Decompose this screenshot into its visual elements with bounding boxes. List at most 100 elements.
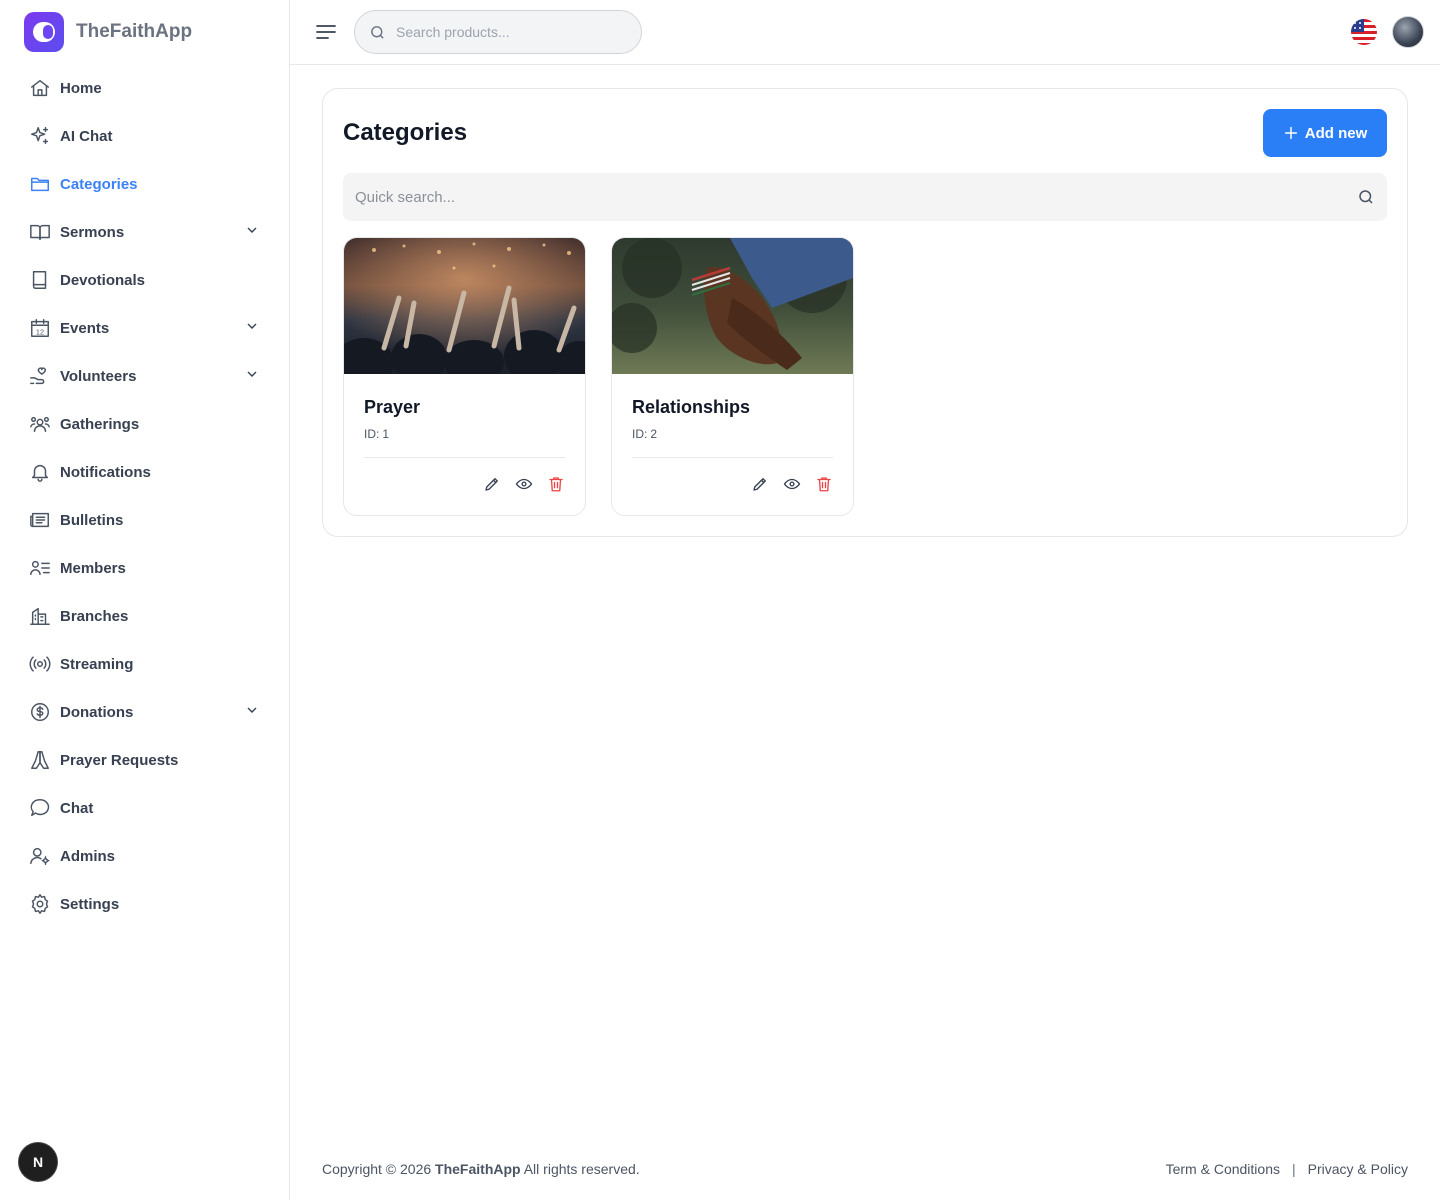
copyright-prefix: Copyright © 2026 [322, 1161, 432, 1177]
avatar[interactable] [1392, 16, 1424, 48]
sidebar-item-label: Home [60, 79, 102, 97]
terms-link[interactable]: Term & Conditions [1166, 1161, 1280, 1177]
app-logo [24, 12, 64, 52]
footer-links: Term & Conditions | Privacy & Policy [1166, 1161, 1408, 1177]
top-header [290, 0, 1440, 65]
sidebar-item-events[interactable]: 12 Events [24, 304, 268, 352]
sidebar-item-members[interactable]: Members [24, 544, 268, 592]
broadcast-icon [28, 652, 52, 676]
card-actions [751, 475, 833, 493]
bell-icon [28, 460, 52, 484]
sidebar-item-label: Admins [60, 847, 116, 865]
sidebar-item-label: Streaming [60, 655, 134, 673]
category-image-worship-crowd [344, 238, 585, 374]
sidebar-item-label: Sermons [60, 223, 125, 241]
page-title: Categories [343, 119, 468, 146]
sidebar-item-notifications[interactable]: Notifications [24, 448, 268, 496]
trash-icon[interactable] [547, 475, 565, 493]
sidebar-item-donations[interactable]: Donations [24, 688, 268, 736]
eye-icon[interactable] [515, 475, 533, 493]
edit-icon[interactable] [483, 475, 501, 493]
category-name: Prayer [364, 397, 421, 417]
newspaper-icon [28, 508, 52, 532]
chevron-down-icon[interactable] [244, 222, 268, 243]
folder-icon [28, 172, 52, 196]
user-list-icon [28, 556, 52, 580]
brand[interactable]: TheFaithApp [24, 12, 192, 52]
sidebar-item-chat[interactable]: Chat [24, 784, 268, 832]
sidebar-item-streaming[interactable]: Streaming [24, 640, 268, 688]
calendar-icon: 12 [28, 316, 52, 340]
user-gear-icon [28, 844, 52, 868]
book-icon [28, 268, 52, 292]
menu-toggle-icon[interactable] [314, 20, 338, 44]
sidebar-item-label: Donations [60, 703, 134, 721]
category-id: ID: 1 [364, 427, 389, 441]
building-icon [28, 604, 52, 628]
chat-bubble-icon [28, 796, 52, 820]
sidebar-item-label: Notifications [60, 463, 151, 481]
sidebar-item-categories[interactable]: Categories [24, 160, 268, 208]
sidebar-item-label: Chat [60, 799, 94, 817]
sidebar-item-prayer-requests[interactable]: Prayer Requests [24, 736, 268, 784]
category-grid: Prayer ID: 1 Relationships ID: 2 [343, 237, 854, 516]
copyright: Copyright © 2026 TheFaithApp All rights … [322, 1161, 640, 1177]
sidebar-item-ai-chat[interactable]: AI Chat [24, 112, 268, 160]
dev-tools-badge[interactable]: N [19, 1143, 57, 1181]
privacy-link[interactable]: Privacy & Policy [1308, 1161, 1408, 1177]
sidebar-item-label: Volunteers [60, 367, 137, 385]
sidebar-item-sermons[interactable]: Sermons [24, 208, 268, 256]
edit-icon[interactable] [751, 475, 769, 493]
sidebar-nav: Home AI Chat Categories Sermons Devotion… [24, 64, 268, 928]
search-icon[interactable] [1357, 188, 1375, 206]
app-name: TheFaithApp [76, 21, 193, 42]
sidebar-item-label: Branches [60, 607, 129, 625]
category-name: Relationships [632, 397, 751, 417]
divider [632, 457, 833, 458]
calendar-day: 12 [36, 327, 44, 336]
quick-search-input[interactable] [355, 188, 1357, 206]
search-input[interactable] [396, 24, 616, 40]
trash-icon[interactable] [815, 475, 833, 493]
sidebar-item-settings[interactable]: Settings [24, 880, 268, 928]
sidebar-item-admins[interactable]: Admins [24, 832, 268, 880]
sparkle-icon [28, 124, 52, 148]
sidebar-item-label: Gatherings [60, 415, 140, 433]
plus-icon [1284, 126, 1297, 140]
category-id-label: ID: [364, 427, 380, 441]
quick-search-box[interactable] [343, 173, 1387, 221]
sidebar-item-label: Settings [60, 895, 120, 913]
sidebar-item-label: Events [60, 319, 110, 337]
sidebar-item-bulletins[interactable]: Bulletins [24, 496, 268, 544]
category-id-label: ID: [632, 427, 648, 441]
category-id-value: 1 [382, 427, 390, 441]
category-card[interactable]: Prayer ID: 1 [343, 237, 586, 516]
card-actions [483, 475, 565, 493]
search-icon [371, 25, 384, 39]
chevron-down-icon[interactable] [244, 702, 268, 723]
divider [364, 457, 565, 458]
add-new-button[interactable]: Add new [1263, 109, 1387, 157]
chevron-down-icon[interactable] [244, 366, 268, 387]
category-image-holding-hands [612, 238, 853, 374]
hand-heart-icon [28, 364, 52, 388]
sidebar-item-branches[interactable]: Branches [24, 592, 268, 640]
category-card[interactable]: Relationships ID: 2 [611, 237, 854, 516]
sidebar-item-devotionals[interactable]: Devotionals [24, 256, 268, 304]
sidebar-item-label: Categories [60, 175, 138, 193]
chevron-down-icon[interactable] [244, 318, 268, 339]
book-open-icon [28, 220, 52, 244]
category-id: ID: 2 [632, 427, 657, 441]
sidebar-item-volunteers[interactable]: Volunteers [24, 352, 268, 400]
eye-icon[interactable] [783, 475, 801, 493]
sidebar-item-label: AI Chat [60, 127, 113, 145]
copyright-suffix: All rights reserved. [523, 1161, 640, 1177]
us-flag-icon[interactable] [1351, 19, 1377, 45]
sidebar-item-gatherings[interactable]: Gatherings [24, 400, 268, 448]
category-id-value: 2 [650, 427, 658, 441]
top-search-box[interactable] [354, 10, 642, 54]
sidebar-item-label: Prayer Requests [60, 751, 179, 769]
dollar-circle-icon [28, 700, 52, 724]
sidebar-item-label: Devotionals [60, 271, 146, 289]
sidebar-item-home[interactable]: Home [24, 64, 268, 112]
